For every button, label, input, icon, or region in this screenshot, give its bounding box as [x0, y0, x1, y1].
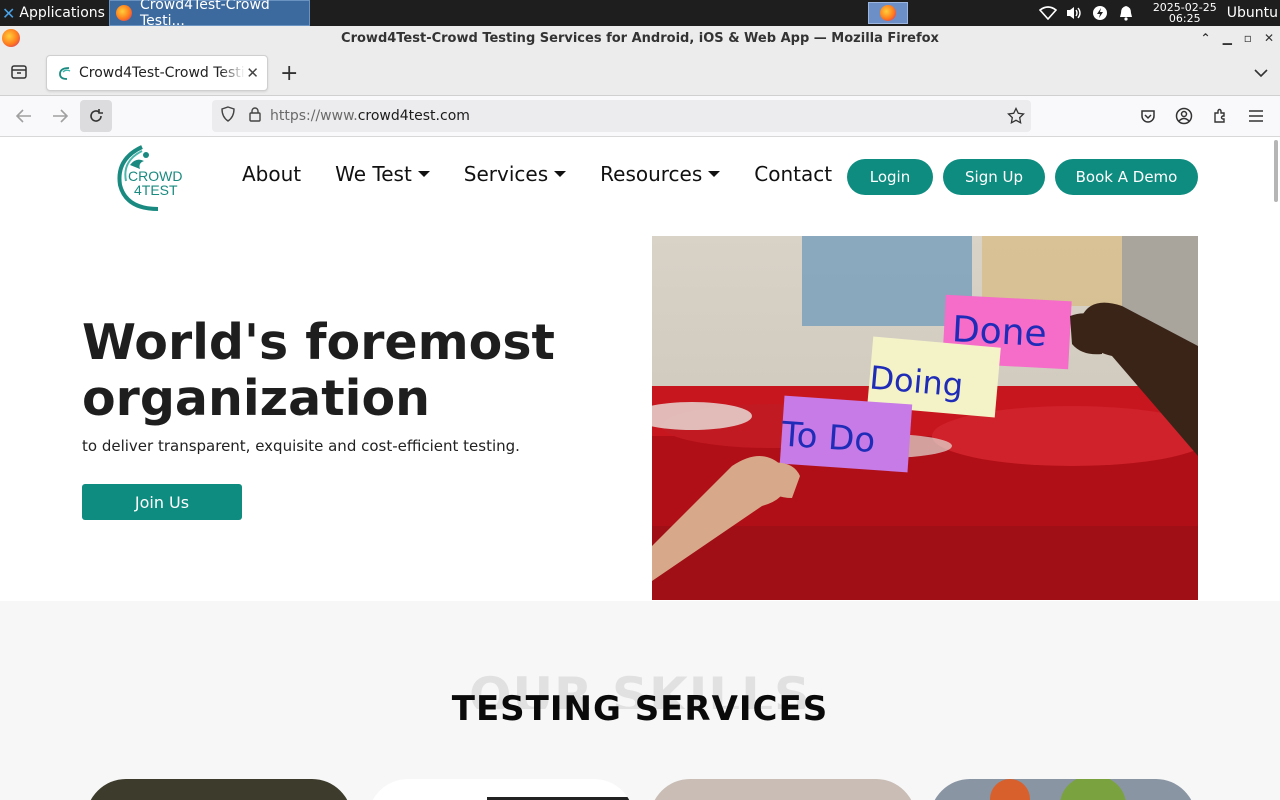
nav-services-label: Services	[463, 162, 549, 186]
nav-we-test-label: We Test	[335, 162, 412, 186]
page-scrollbar[interactable]	[1274, 140, 1278, 202]
skills-title: TESTING SERVICES	[451, 689, 829, 729]
navigation-toolbar: https://www.crowd4test.com	[0, 96, 1280, 137]
nav-contact[interactable]: Contact	[754, 162, 832, 186]
nav-about[interactable]: About	[242, 162, 301, 186]
pocket-icon[interactable]	[1132, 100, 1164, 132]
hamburger-menu-icon[interactable]	[1240, 100, 1272, 132]
page-viewport: CROWD 4TEST About We Test Services Resou…	[0, 137, 1280, 800]
note-doing-label: Doing	[868, 358, 965, 404]
forward-icon[interactable]	[44, 100, 76, 132]
firefox-icon	[116, 5, 132, 21]
firefox-launcher-button[interactable]	[868, 2, 908, 24]
xfce-icon: ✕	[2, 3, 16, 23]
nav-resources[interactable]: Resources	[600, 162, 721, 186]
nav-about-label: About	[242, 162, 302, 186]
tab-label: Crowd4Test-Crowd Testing Services for An…	[79, 65, 245, 81]
applications-label: Applications	[19, 5, 105, 21]
nav-contact-label: Contact	[754, 162, 833, 186]
login-button[interactable]: Login	[847, 159, 933, 195]
firefox-icon	[880, 5, 896, 21]
service-card[interactable]	[650, 779, 916, 800]
site-logo[interactable]: CROWD 4TEST	[112, 141, 194, 213]
window-title: Crowd4Test-Crowd Testing Services for An…	[341, 30, 939, 46]
signup-button[interactable]: Sign Up	[943, 159, 1045, 195]
bookmark-star-icon[interactable]	[1007, 106, 1025, 129]
clock[interactable]: 2025-02-25 06:25	[1153, 2, 1217, 24]
minimize-icon[interactable]: ▁	[1223, 31, 1232, 45]
service-card[interactable]	[86, 779, 352, 800]
url-prefix: https://www.	[270, 108, 358, 124]
firefox-icon	[2, 29, 20, 47]
list-all-tabs-icon[interactable]	[1254, 63, 1268, 82]
nav-services[interactable]: Services	[463, 162, 567, 186]
tab-active[interactable]: Crowd4Test-Crowd Testing Services for An…	[46, 55, 268, 91]
window-titlebar: Crowd4Test-Crowd Testing Services for An…	[0, 26, 1280, 50]
site-header: CROWD 4TEST About We Test Services Resou…	[0, 137, 1280, 215]
nav-we-test[interactable]: We Test	[335, 162, 430, 186]
tracking-shield-icon[interactable]	[220, 106, 236, 126]
site-favicon-icon	[57, 65, 73, 81]
account-icon[interactable]	[1168, 100, 1200, 132]
user-menu[interactable]: Ubuntu	[1227, 5, 1278, 21]
hero-title: World's foremost organization	[82, 314, 555, 427]
back-icon[interactable]	[8, 100, 40, 132]
wifi-icon[interactable]	[1038, 3, 1058, 23]
note-todo-label: To Do	[779, 415, 876, 462]
join-us-button[interactable]: Join Us	[82, 484, 242, 520]
maximize-up-icon[interactable]: ⌃	[1201, 31, 1211, 45]
reload-icon[interactable]	[80, 100, 112, 132]
nav-resources-label: Resources	[600, 162, 703, 186]
caret-down-icon	[708, 171, 721, 177]
caret-down-icon	[554, 171, 567, 177]
os-top-panel: ✕ Applications ⋮ Crowd4Test-Crowd Testi.…	[0, 0, 1280, 29]
close-icon[interactable]: ✕	[1264, 31, 1274, 45]
applications-menu[interactable]: ✕ Applications ⋮	[0, 0, 120, 26]
taskbar-window-button[interactable]: Crowd4Test-Crowd Testi...	[109, 0, 310, 29]
caret-down-icon	[417, 171, 430, 177]
skills-section: OUR SKILLS TESTING SERVICES	[0, 601, 1280, 800]
lock-icon[interactable]	[248, 106, 262, 126]
firefox-view-icon[interactable]	[10, 63, 30, 83]
power-icon[interactable]	[1090, 3, 1110, 23]
tab-strip: Crowd4Test-Crowd Testing Services for An…	[0, 50, 1280, 96]
notification-bell-icon[interactable]	[1116, 3, 1136, 23]
clock-time: 06:25	[1168, 12, 1201, 25]
new-tab-icon[interactable]: +	[280, 61, 298, 86]
hero-image: Done Doing To Do	[652, 236, 1198, 600]
logo-text-line2: 4TEST	[134, 182, 178, 198]
note-todo: To Do	[779, 395, 913, 473]
main-nav: About We Test Services Resources Contact	[242, 162, 866, 186]
url-domain: crowd4test.com	[357, 108, 470, 124]
restore-icon[interactable]: ▫	[1244, 31, 1252, 45]
service-card[interactable]	[368, 779, 634, 800]
system-tray: 2025-02-25 06:25 Ubuntu	[1035, 0, 1280, 26]
taskbar-window-label: Crowd4Test-Crowd Testi...	[140, 0, 270, 29]
extensions-icon[interactable]	[1204, 100, 1236, 132]
volume-icon[interactable]	[1064, 3, 1084, 23]
url-text: https://www.crowd4test.com	[270, 108, 470, 124]
book-demo-button[interactable]: Book A Demo	[1055, 159, 1198, 195]
service-card[interactable]	[930, 779, 1196, 800]
tab-close-icon[interactable]: ✕	[246, 64, 259, 82]
url-bar[interactable]: https://www.crowd4test.com	[212, 100, 1031, 132]
hero-subtitle: to deliver transparent, exquisite and co…	[82, 437, 520, 455]
